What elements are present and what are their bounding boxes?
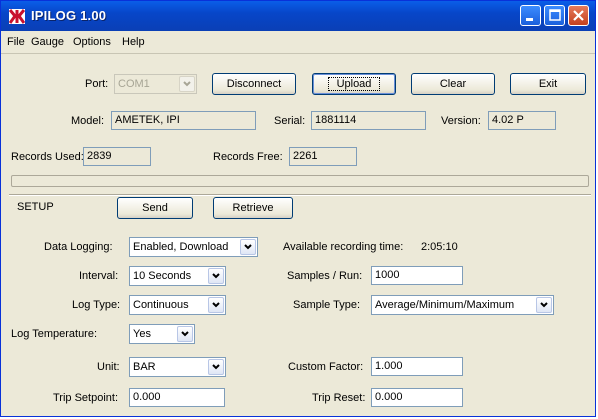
sample-type-select[interactable]: Average/Minimum/Maximum — [371, 295, 554, 315]
log-type-select[interactable]: Continuous — [129, 295, 226, 315]
menu-file[interactable]: File — [7, 36, 25, 48]
log-temperature-value: Yes — [133, 328, 151, 340]
custom-factor-label: Custom Factor: — [288, 361, 364, 373]
chevron-down-icon[interactable] — [179, 76, 195, 92]
log-temperature-select[interactable]: Yes — [129, 324, 195, 344]
sample-type-label: Sample Type: — [293, 299, 361, 311]
chevron-down-icon[interactable] — [208, 297, 224, 313]
data-logging-select[interactable]: Enabled, Download — [129, 237, 258, 257]
port-select[interactable]: COM1 — [114, 74, 197, 94]
port-label: Port: — [85, 78, 109, 90]
app-window: IPILOG 1.00 File Gauge Options Help Port… — [0, 0, 596, 417]
available-time-label: Available recording time: — [283, 241, 404, 253]
setup-heading: SETUP — [17, 201, 54, 213]
data-logging-label: Data Logging: — [44, 241, 113, 253]
version-field: 4.02 P — [488, 111, 556, 130]
trip-reset-label: Trip Reset: — [312, 392, 366, 404]
interval-select[interactable]: 10 Seconds — [129, 266, 226, 286]
close-button[interactable] — [568, 5, 589, 26]
clear-button[interactable]: Clear — [411, 73, 495, 95]
upload-button[interactable]: Upload — [312, 73, 396, 95]
log-type-value: Continuous — [133, 299, 189, 311]
interval-value: 10 Seconds — [133, 270, 192, 282]
version-label: Version: — [441, 115, 481, 127]
menu-options[interactable]: Options — [73, 36, 111, 48]
exit-button[interactable]: Exit — [510, 73, 586, 95]
minimize-button[interactable] — [520, 5, 541, 26]
trip-setpoint-label: Trip Setpoint: — [53, 392, 119, 404]
samples-label: Samples / Run: — [287, 270, 363, 282]
log-temperature-label: Log Temperature: — [11, 328, 98, 340]
log-type-label: Log Type: — [72, 299, 121, 311]
title-bar[interactable]: IPILOG 1.00 — [1, 1, 595, 31]
records-used-field: 2839 — [83, 147, 151, 166]
unit-value: BAR — [133, 361, 156, 373]
model-label: Model: — [71, 115, 105, 127]
model-field: AMETEK, IPI — [111, 111, 256, 130]
send-button[interactable]: Send — [117, 197, 193, 219]
menu-gauge[interactable]: Gauge — [31, 36, 64, 48]
chevron-down-icon[interactable] — [208, 268, 224, 284]
samples-input[interactable]: 1000 — [371, 266, 463, 285]
trip-setpoint-input[interactable]: 0.000 — [129, 388, 225, 407]
port-value: COM1 — [118, 78, 150, 90]
serial-label: Serial: — [274, 115, 306, 127]
chevron-down-icon[interactable] — [177, 326, 193, 342]
available-time-value: 2:05:10 — [421, 241, 458, 253]
window-title: IPILOG 1.00 — [31, 8, 107, 23]
sample-type-value: Average/Minimum/Maximum — [375, 299, 515, 311]
maximize-button[interactable] — [544, 5, 565, 26]
interval-label: Interval: — [79, 270, 119, 282]
retrieve-button[interactable]: Retrieve — [213, 197, 293, 219]
unit-select[interactable]: BAR — [129, 357, 226, 377]
menu-bar: File Gauge Options Help — [1, 31, 595, 54]
divider — [9, 194, 591, 196]
custom-factor-input[interactable]: 1.000 — [371, 357, 463, 376]
upload-progress-bar — [11, 175, 589, 187]
records-used-label: Records Used: — [11, 151, 84, 163]
menu-help[interactable]: Help — [122, 36, 145, 48]
records-free-label: Records Free: — [213, 151, 283, 163]
app-logo-icon — [9, 9, 25, 24]
chevron-down-icon[interactable] — [240, 239, 256, 255]
chevron-down-icon[interactable] — [208, 359, 224, 375]
disconnect-button[interactable]: Disconnect — [212, 73, 296, 95]
records-free-field: 2261 — [289, 147, 357, 166]
serial-field: 1881114 — [311, 111, 426, 130]
unit-label: Unit: — [97, 361, 120, 373]
chevron-down-icon[interactable] — [536, 297, 552, 313]
upload-button-label: Upload — [327, 77, 381, 91]
data-logging-value: Enabled, Download — [133, 241, 229, 253]
trip-reset-input[interactable]: 0.000 — [371, 388, 463, 407]
